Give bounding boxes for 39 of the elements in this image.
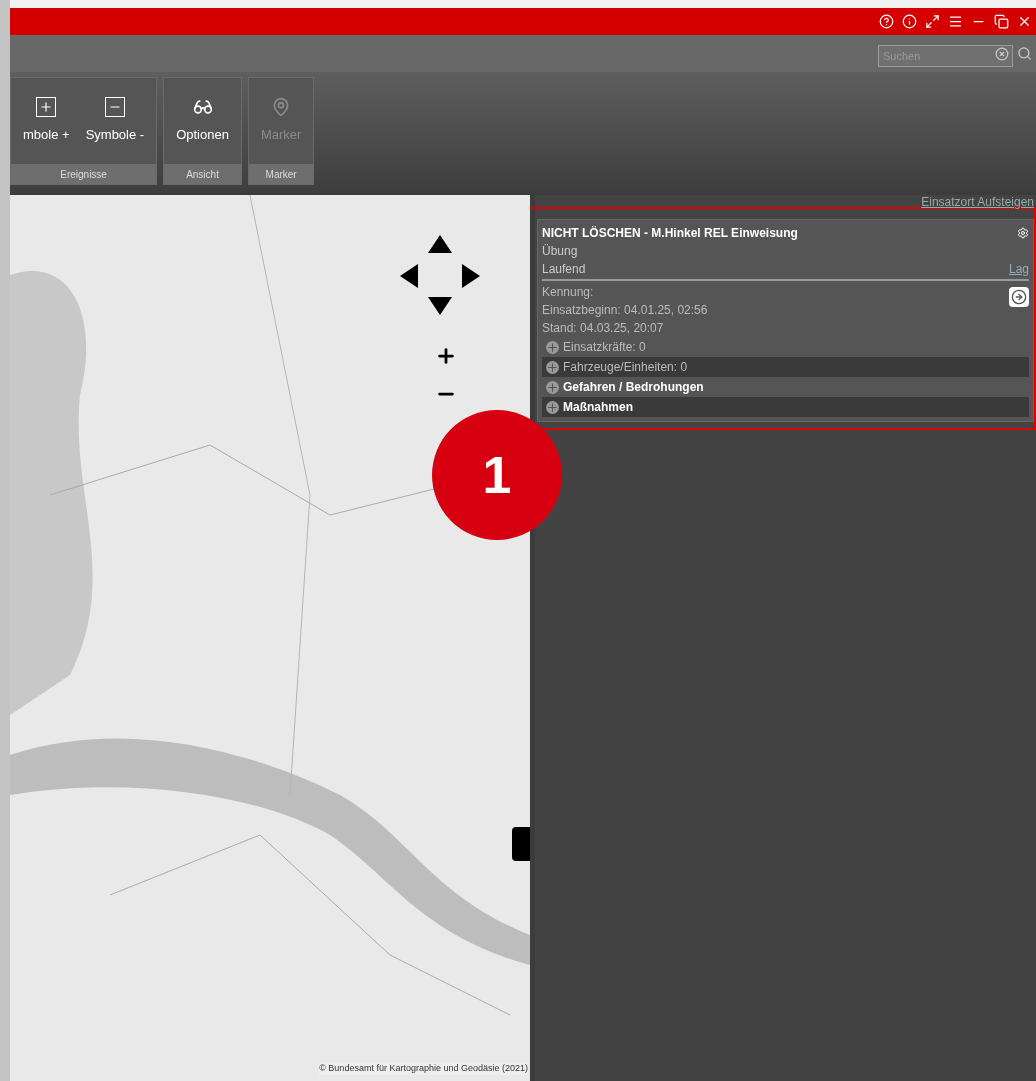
info-icon[interactable]: [902, 14, 917, 29]
restore-icon[interactable]: [994, 14, 1009, 29]
group-label: Marker: [248, 164, 314, 184]
detail-text: Einsatzbeginn: 04.01.25, 02:56: [542, 302, 708, 319]
plus-square-icon: [36, 97, 57, 118]
incident-status: Laufend: [542, 261, 586, 278]
section-row[interactable]: Einsatzkräfte: 0: [542, 337, 1029, 357]
incident-type: Übung: [542, 243, 579, 260]
pan-down-button[interactable]: [428, 297, 452, 315]
ribbon-button[interactable]: Symbole -: [77, 78, 153, 164]
pan-left-button[interactable]: [400, 264, 418, 288]
navigate-icon[interactable]: [1009, 287, 1029, 307]
expand-icon: [546, 340, 559, 354]
clear-icon[interactable]: [995, 46, 1009, 61]
close-icon[interactable]: [1017, 14, 1032, 29]
group-label: Ansicht: [164, 164, 241, 184]
settings-icon[interactable]: [1017, 227, 1029, 239]
detail-text: Kennung:: [542, 284, 595, 301]
attribution-text: © Bundesamt für Kartographie und Geodäsie (2021): [319, 1061, 528, 1075]
section-row[interactable]: Maßnahmen: [542, 397, 1029, 417]
section-row[interactable]: Fahrzeuge/Einheiten: 0: [542, 357, 1029, 377]
sort-link[interactable]: Einsatzort Aufsteigen: [921, 193, 1034, 211]
detail-text: Stand: 04.03.25, 20:07: [542, 320, 665, 337]
incident-title: NICHT LÖSCHEN - M.Hinkel REL Einweisung: [542, 225, 798, 242]
ribbon-button[interactable]: mbole +: [15, 78, 78, 164]
zoom-in-icon[interactable]: [435, 345, 457, 367]
pan-up-button[interactable]: [428, 235, 452, 253]
expand-icon: [546, 400, 559, 414]
expand-icon: [546, 380, 559, 394]
group-label: Ereignisse: [11, 164, 157, 184]
minus-square-icon: [104, 97, 125, 118]
help-icon[interactable]: [879, 14, 894, 29]
menu-icon[interactable]: [948, 14, 963, 29]
ribbon-button[interactable]: Optionen: [168, 78, 237, 164]
pan-right-button[interactable]: [462, 264, 480, 288]
expand-icon: [546, 360, 559, 374]
section-row[interactable]: Gefahren / Bedrohungen: [542, 377, 1029, 397]
maximize-icon[interactable]: [925, 14, 940, 29]
search-icon[interactable]: [1017, 46, 1032, 61]
